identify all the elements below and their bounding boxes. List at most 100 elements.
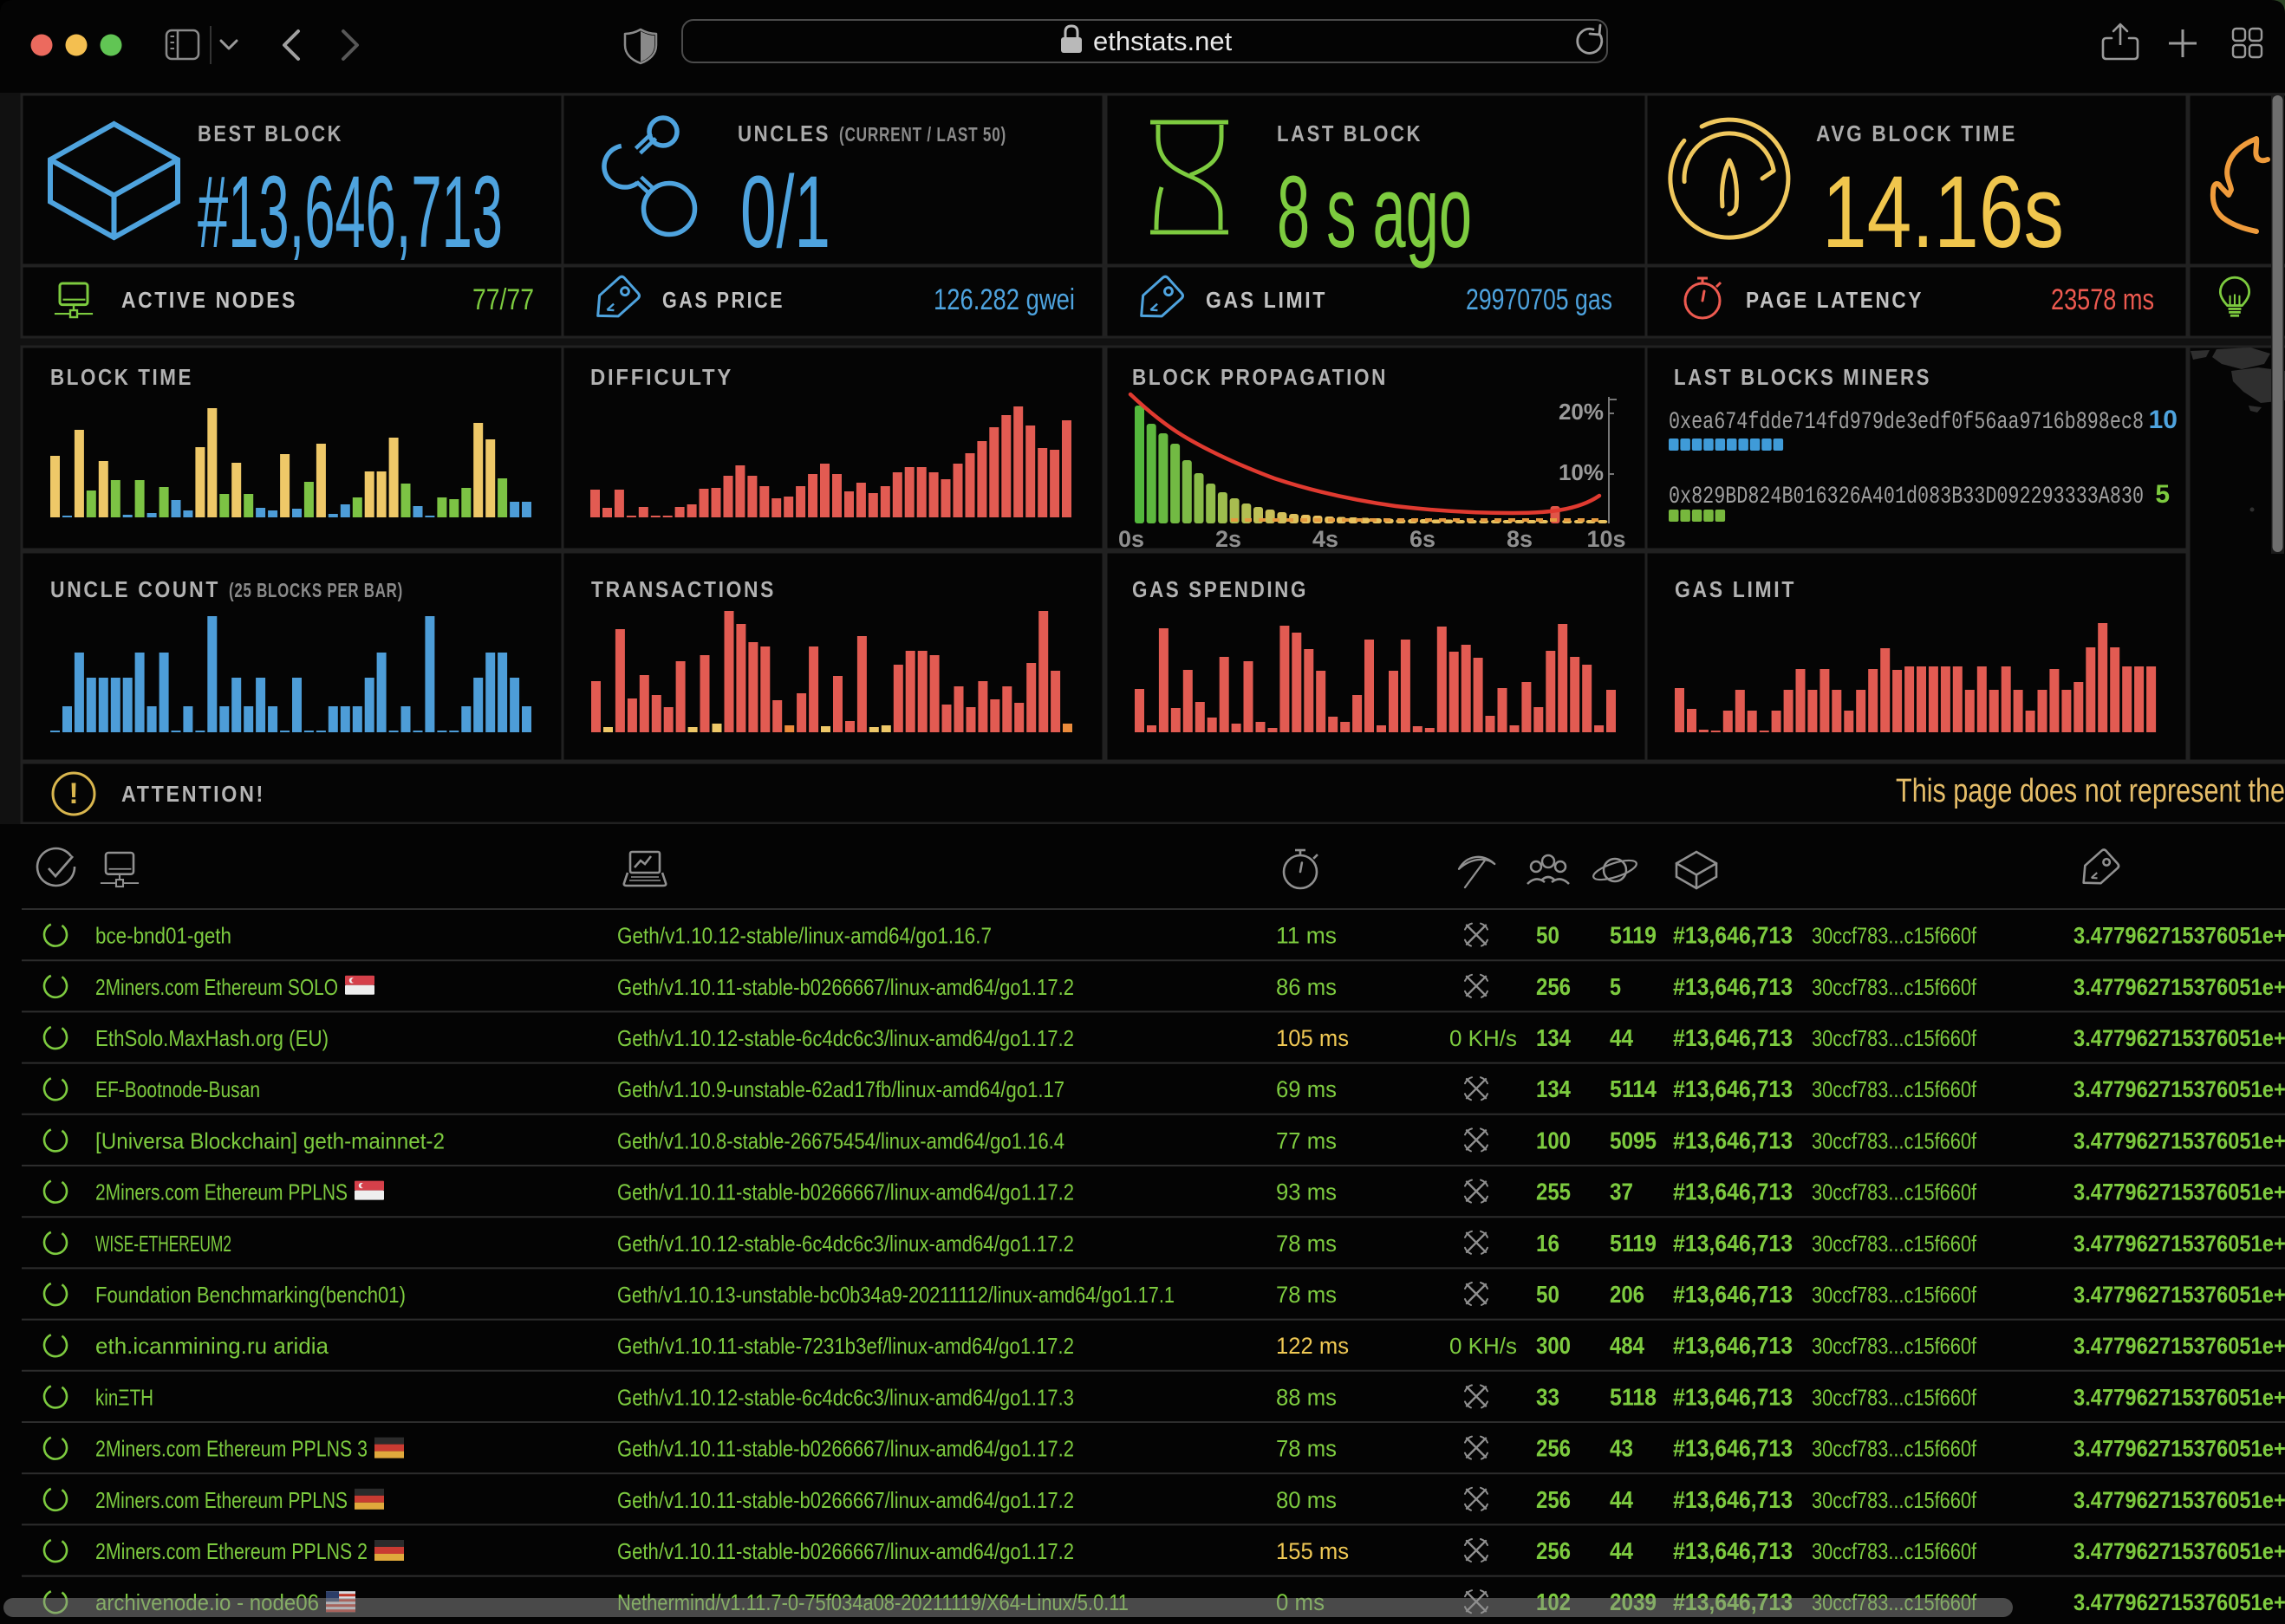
svg-text:ACTIVE NODES: ACTIVE NODES	[121, 287, 297, 313]
svg-text:3.477962715376051e+2: 3.477962715376051e+2	[2073, 1589, 2285, 1615]
svg-text:3.477962715376051e+2: 3.477962715376051e+2	[2073, 923, 2285, 949]
svg-text:(25 BLOCKS PER BAR): (25 BLOCKS PER BAR)	[229, 579, 403, 601]
svg-text:#13,646,713: #13,646,713	[1673, 1435, 1793, 1462]
svg-text:2Miners.com Ethereum PPLNS 3: 2Miners.com Ethereum PPLNS 3	[95, 1436, 368, 1462]
svg-text:80 ms: 80 ms	[1276, 1487, 1337, 1513]
svg-text:LAST BLOCKS MINERS: LAST BLOCKS MINERS	[1674, 364, 1931, 390]
svg-text:78 ms: 78 ms	[1276, 1282, 1337, 1308]
svg-text:ATTENTION!: ATTENTION!	[121, 781, 265, 807]
svg-text:0x829BD824B016326A401d083B33D0: 0x829BD824B016326A401d083B33D092293333A8…	[1669, 484, 2144, 510]
svg-text:#13,646,713: #13,646,713	[1673, 1179, 1793, 1205]
svg-text:30ccf783...c15f660f: 30ccf783...c15f660f	[1812, 1076, 1977, 1102]
svg-text:Geth/v1.10.11-stable-b0266667/: Geth/v1.10.11-stable-b0266667/linux-amd6…	[617, 974, 1074, 1000]
svg-text:Foundation Benchmarking(bench0: Foundation Benchmarking(bench01)	[95, 1282, 406, 1308]
svg-text:30ccf783...c15f660f: 30ccf783...c15f660f	[1812, 1436, 1977, 1462]
svg-text:77 ms: 77 ms	[1276, 1127, 1337, 1153]
svg-text:2Miners.com Ethereum SOLO: 2Miners.com Ethereum SOLO	[95, 974, 338, 1000]
svg-text:UNCLE COUNT: UNCLE COUNT	[50, 576, 220, 602]
svg-text:86 ms: 86 ms	[1276, 974, 1337, 1000]
svg-text:Geth/v1.10.12-stable/linux-amd: Geth/v1.10.12-stable/linux-amd64/go1.16.…	[617, 923, 992, 949]
svg-text:100: 100	[1536, 1127, 1571, 1153]
svg-text:Geth/v1.10.12-stable-6c4dc6c3/: Geth/v1.10.12-stable-6c4dc6c3/linux-amd6…	[617, 1384, 1074, 1410]
svg-text:3.477962715376051e+2: 3.477962715376051e+2	[2073, 1025, 2285, 1051]
svg-text:5119: 5119	[1610, 922, 1657, 949]
svg-text:3.477962715376051e+2: 3.477962715376051e+2	[2073, 1231, 2285, 1257]
svg-text:3.477962715376051e+2: 3.477962715376051e+2	[2073, 1127, 2285, 1153]
svg-text:EF-Bootnode-Busan: EF-Bootnode-Busan	[95, 1076, 260, 1102]
svg-text:Geth/v1.10.11-stable-b0266667/: Geth/v1.10.11-stable-b0266667/linux-amd6…	[617, 1538, 1074, 1564]
svg-text:30ccf783...c15f660f: 30ccf783...c15f660f	[1812, 974, 1977, 1000]
svg-text:77/77: 77/77	[472, 283, 534, 316]
svg-text:14.16s: 14.16s	[1822, 155, 2064, 270]
svg-text:78 ms: 78 ms	[1276, 1231, 1337, 1257]
svg-text:GAS LIMIT: GAS LIMIT	[1206, 287, 1327, 313]
svg-text:33: 33	[1536, 1383, 1559, 1410]
svg-text:5: 5	[1610, 973, 1621, 1000]
svg-text:0 KH/s: 0 KH/s	[1449, 1333, 1517, 1359]
svg-text:134: 134	[1536, 1075, 1571, 1102]
svg-text:Geth/v1.10.8-stable-26675454/l: Geth/v1.10.8-stable-26675454/linux-amd64…	[617, 1127, 1064, 1153]
svg-text:8s: 8s	[1507, 526, 1533, 552]
svg-text:256: 256	[1536, 1435, 1571, 1462]
svg-text:#13,646,713: #13,646,713	[1673, 973, 1793, 1000]
svg-text:484: 484	[1610, 1332, 1644, 1359]
svg-text:2Miners.com Ethereum PPLNS: 2Miners.com Ethereum PPLNS	[95, 1487, 348, 1513]
svg-text:#13,646,713: #13,646,713	[1673, 1127, 1793, 1153]
svg-text:5119: 5119	[1610, 1230, 1657, 1257]
svg-text:30ccf783...c15f660f: 30ccf783...c15f660f	[1812, 1025, 1977, 1051]
svg-text:29970705 gas: 29970705 gas	[1466, 283, 1612, 316]
svg-text:6s: 6s	[1409, 526, 1435, 552]
svg-text:11 ms: 11 ms	[1276, 923, 1337, 949]
svg-text:3.477962715376051e+2: 3.477962715376051e+2	[2073, 1384, 2285, 1410]
svg-text:30ccf783...c15f660f: 30ccf783...c15f660f	[1812, 1282, 1977, 1308]
svg-text:ethstats.net: ethstats.net	[1093, 26, 1233, 56]
svg-text:3.477962715376051e+2: 3.477962715376051e+2	[2073, 1179, 2285, 1205]
svg-text:WISE-ETHEREUM2: WISE-ETHEREUM2	[95, 1231, 231, 1257]
svg-text:#13,646,713: #13,646,713	[1673, 1332, 1793, 1359]
svg-text:Geth/v1.10.12-stable-6c4dc6c3/: Geth/v1.10.12-stable-6c4dc6c3/linux-amd6…	[617, 1025, 1074, 1051]
svg-text:37: 37	[1610, 1179, 1633, 1205]
svg-text:23578 ms: 23578 ms	[2051, 283, 2154, 316]
svg-text:44: 44	[1610, 1024, 1633, 1051]
svg-text:10%: 10%	[1559, 459, 1604, 485]
svg-text:5095: 5095	[1610, 1127, 1657, 1153]
svg-text:2s: 2s	[1215, 526, 1241, 552]
svg-text:5114: 5114	[1610, 1075, 1657, 1102]
svg-text:16: 16	[1536, 1230, 1559, 1257]
svg-text:30ccf783...c15f660f: 30ccf783...c15f660f	[1812, 1538, 1977, 1564]
svg-text:2Miners.com Ethereum PPLNS 2: 2Miners.com Ethereum PPLNS 2	[95, 1538, 368, 1564]
svg-text:44: 44	[1610, 1486, 1633, 1513]
svg-text:4s: 4s	[1312, 526, 1338, 552]
svg-text:69 ms: 69 ms	[1276, 1076, 1337, 1102]
svg-text:#13,646,713: #13,646,713	[1673, 1486, 1793, 1513]
svg-text:256: 256	[1536, 973, 1571, 1000]
svg-text:5: 5	[2155, 480, 2170, 509]
svg-text:30ccf783...c15f660f: 30ccf783...c15f660f	[1812, 1333, 1977, 1359]
svg-text:EthSolo.MaxHash.org (EU): EthSolo.MaxHash.org (EU)	[95, 1025, 329, 1051]
svg-text:3.477962715376051e+2: 3.477962715376051e+2	[2073, 1436, 2285, 1462]
svg-text:GAS SPENDING: GAS SPENDING	[1132, 576, 1308, 602]
svg-text:10: 10	[2149, 406, 2178, 434]
svg-text:78 ms: 78 ms	[1276, 1436, 1337, 1462]
svg-text:134: 134	[1536, 1024, 1571, 1051]
svg-text:3.477962715376051e+2: 3.477962715376051e+2	[2073, 1282, 2285, 1308]
svg-text:10s: 10s	[1586, 526, 1625, 552]
svg-text:3.477962715376051e+2: 3.477962715376051e+2	[2073, 974, 2285, 1000]
svg-text:PAGE LATENCY: PAGE LATENCY	[1746, 287, 1924, 313]
svg-text:256: 256	[1536, 1537, 1571, 1564]
svg-text:122 ms: 122 ms	[1276, 1333, 1349, 1359]
svg-text:This page does not represent t: This page does not represent the	[1896, 773, 2285, 809]
svg-text:AVG BLOCK TIME: AVG BLOCK TIME	[1816, 120, 2017, 146]
svg-text:Geth/v1.10.11-stable-7231b3ef/: Geth/v1.10.11-stable-7231b3ef/linux-amd6…	[617, 1333, 1074, 1359]
svg-text:30ccf783...c15f660f: 30ccf783...c15f660f	[1812, 1179, 1977, 1205]
svg-text:(CURRENT / LAST 50): (CURRENT / LAST 50)	[839, 123, 1006, 146]
svg-text:#13,646,713: #13,646,713	[1673, 1024, 1793, 1051]
svg-text:Geth/v1.10.11-stable-b0266667/: Geth/v1.10.11-stable-b0266667/linux-amd6…	[617, 1179, 1074, 1205]
svg-text:30ccf783...c15f660f: 30ccf783...c15f660f	[1812, 1127, 1977, 1153]
svg-text:155 ms: 155 ms	[1276, 1538, 1349, 1564]
svg-text:#13,646,713: #13,646,713	[1673, 922, 1793, 949]
svg-text:50: 50	[1536, 1281, 1559, 1308]
svg-text:30ccf783...c15f660f: 30ccf783...c15f660f	[1812, 1231, 1977, 1257]
svg-text:3.477962715376051e+2: 3.477962715376051e+2	[2073, 1487, 2285, 1513]
svg-text:kinΞTH: kinΞTH	[95, 1384, 153, 1410]
